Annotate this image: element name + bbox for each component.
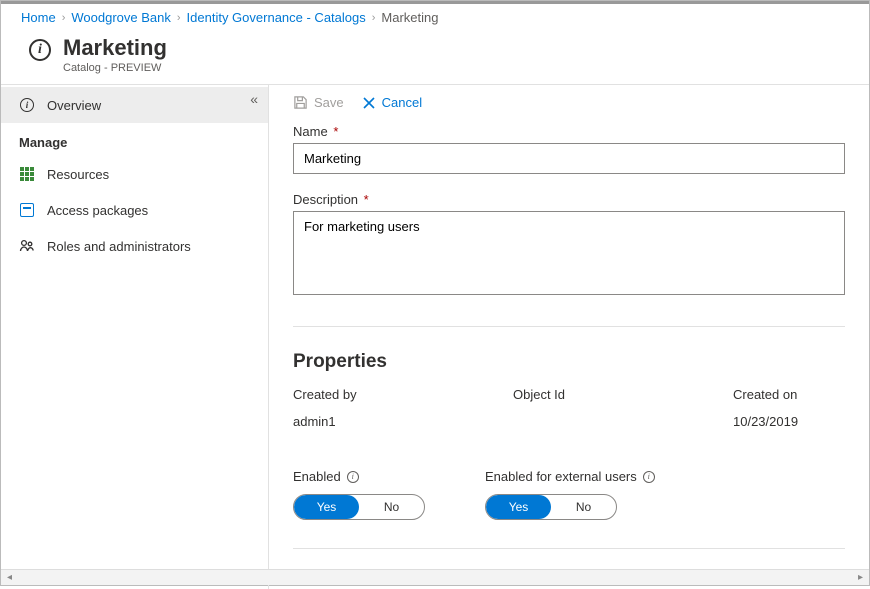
main-panel: Save Cancel Name * Description * Proper (269, 85, 869, 589)
info-icon[interactable]: i (643, 471, 655, 483)
chevron-right-icon: › (62, 12, 66, 24)
name-input[interactable] (293, 143, 845, 174)
toolbar: Save Cancel (269, 85, 869, 120)
sidebar-item-label: Roles and administrators (47, 239, 191, 254)
chevron-right-icon: › (177, 12, 181, 24)
save-button[interactable]: Save (293, 95, 344, 110)
object-id-label: Object Id (513, 387, 673, 402)
save-label: Save (314, 95, 344, 110)
package-icon (19, 202, 35, 218)
close-icon (362, 96, 376, 110)
save-icon (293, 95, 308, 110)
enabled-no-option[interactable]: No (359, 495, 424, 519)
description-label: Description * (293, 192, 845, 207)
breadcrumb-link-org[interactable]: Woodgrove Bank (71, 10, 171, 25)
sidebar-item-label: Resources (47, 167, 109, 182)
page-title: Marketing (63, 35, 167, 61)
enabled-external-no-option[interactable]: No (551, 495, 616, 519)
sidebar-item-access-packages[interactable]: Access packages (1, 192, 268, 228)
scroll-left-arrow[interactable]: ◂ (3, 572, 16, 583)
cancel-button[interactable]: Cancel (362, 95, 422, 110)
enabled-external-label: Enabled for external users i (485, 469, 655, 484)
divider (293, 326, 845, 327)
description-input[interactable] (293, 211, 845, 295)
people-icon (19, 238, 35, 254)
created-on-value: 10/23/2019 (733, 414, 869, 429)
page-subtitle: Catalog - PREVIEW (63, 62, 167, 74)
sidebar-item-roles[interactable]: Roles and administrators (1, 228, 268, 264)
properties-heading: Properties (293, 351, 845, 373)
enabled-external-toggle[interactable]: Yes No (485, 494, 617, 520)
sidebar-item-resources[interactable]: Resources (1, 156, 268, 192)
created-by-value: admin1 (293, 414, 453, 429)
sidebar: « i Overview Manage Resources Access pac… (1, 85, 269, 589)
page-header: i Marketing Catalog - PREVIEW (1, 29, 869, 85)
enabled-label: Enabled i (293, 469, 425, 484)
sidebar-section-manage: Manage (1, 123, 268, 156)
sidebar-item-overview[interactable]: i Overview (1, 87, 268, 123)
sidebar-item-label: Access packages (47, 203, 148, 218)
info-icon: i (29, 39, 51, 61)
enabled-toggle[interactable]: Yes No (293, 494, 425, 520)
breadcrumb-current: Marketing (381, 10, 438, 25)
chevron-right-icon: › (372, 12, 376, 24)
breadcrumb-link-catalogs[interactable]: Identity Governance - Catalogs (187, 10, 366, 25)
breadcrumb-link-home[interactable]: Home (21, 10, 56, 25)
enabled-external-yes-option[interactable]: Yes (486, 495, 551, 519)
breadcrumb: Home › Woodgrove Bank › Identity Governa… (1, 1, 869, 29)
info-icon[interactable]: i (347, 471, 359, 483)
cancel-label: Cancel (382, 95, 422, 110)
horizontal-scrollbar[interactable]: ◂ ▸ (1, 569, 869, 585)
enabled-yes-option[interactable]: Yes (294, 495, 359, 519)
divider (293, 548, 845, 549)
created-on-label: Created on (733, 387, 869, 402)
scroll-right-arrow[interactable]: ▸ (854, 572, 867, 583)
sidebar-item-label: Overview (47, 98, 101, 113)
created-by-label: Created by (293, 387, 453, 402)
info-icon: i (20, 98, 34, 112)
name-label: Name * (293, 124, 845, 139)
collapse-sidebar-button[interactable]: « (250, 91, 258, 107)
grid-icon (19, 166, 35, 182)
